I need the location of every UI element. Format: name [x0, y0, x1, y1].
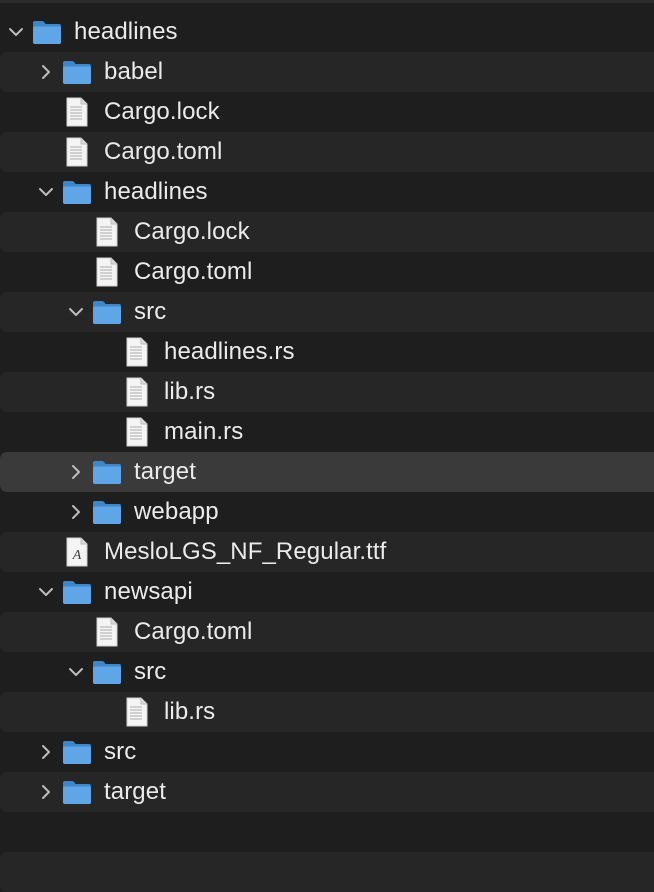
folder-icon [91, 657, 123, 687]
chevron-right-icon[interactable] [68, 504, 84, 520]
folder-icon [61, 577, 93, 607]
font-file-icon: A [61, 537, 93, 567]
tree-row-headlines[interactable]: headlines [0, 12, 654, 52]
tree-item-label: Cargo.lock [134, 218, 250, 245]
tree-item-label: MesloLGS_NF_Regular.ttf [104, 538, 387, 565]
chevron-down-icon[interactable] [8, 24, 24, 40]
chevron-right-icon[interactable] [38, 64, 54, 80]
tree-item-label: headlines [74, 18, 178, 45]
chevron-down-icon[interactable] [68, 304, 84, 320]
tree-row-babel[interactable]: babel [0, 52, 654, 92]
tree-row-cargo-lock[interactable]: Cargo.lock [0, 212, 654, 252]
document-icon [91, 617, 123, 647]
tree-item-label: lib.rs [164, 698, 216, 725]
tree-item-label: Cargo.toml [104, 138, 223, 165]
tree-item-label: src [134, 658, 167, 685]
tree-row-cargo-lock[interactable]: Cargo.lock [0, 92, 654, 132]
tree-row-src[interactable]: src [0, 292, 654, 332]
chevron-down-icon[interactable] [68, 664, 84, 680]
tree-row-main-rs[interactable]: main.rs [0, 412, 654, 452]
document-icon [121, 697, 153, 727]
tree-row-lib-rs[interactable]: lib.rs [0, 372, 654, 412]
folder-icon [61, 777, 93, 807]
tree-row-src[interactable]: src [0, 652, 654, 692]
tree-item-label: babel [104, 58, 164, 85]
tree-item-label: target [134, 458, 196, 485]
window-top-edge [0, 0, 654, 3]
chevron-right-icon[interactable] [38, 744, 54, 760]
tree-row-cargo-toml[interactable]: Cargo.toml [0, 132, 654, 172]
tree-item-label: Cargo.toml [134, 258, 253, 285]
tree-row-newsapi[interactable]: newsapi [0, 572, 654, 612]
chevron-down-icon[interactable] [38, 184, 54, 200]
document-icon [121, 337, 153, 367]
chevron-down-icon[interactable] [38, 584, 54, 600]
tree-row-target[interactable]: target [0, 772, 654, 812]
tree-item-label: src [134, 298, 167, 325]
folder-icon [61, 737, 93, 767]
folder-icon [91, 457, 123, 487]
chevron-right-icon[interactable] [38, 784, 54, 800]
document-icon [61, 97, 93, 127]
tree-item-label: target [104, 778, 166, 805]
tree-item-label: headlines.rs [164, 338, 295, 365]
folder-icon [61, 57, 93, 87]
document-icon [61, 137, 93, 167]
tree-row-headlines[interactable]: headlines [0, 172, 654, 212]
tree-row-lib-rs[interactable]: lib.rs [0, 692, 654, 732]
tree-row-cargo-toml[interactable]: Cargo.toml [0, 612, 654, 652]
tree-row-meslolgs-nf-regular-ttf[interactable]: A MesloLGS_NF_Regular.ttf [0, 532, 654, 572]
tree-item-label: Cargo.toml [134, 618, 253, 645]
tree-row-target[interactable]: target [0, 452, 654, 492]
tree-row-cargo-toml[interactable]: Cargo.toml [0, 252, 654, 292]
tree-row-webapp[interactable]: webapp [0, 492, 654, 532]
tree-item-label: lib.rs [164, 378, 216, 405]
document-icon [91, 217, 123, 247]
tree-item-label: newsapi [104, 578, 193, 605]
tree-item-label: headlines [104, 178, 208, 205]
folder-icon [91, 497, 123, 527]
folder-icon [61, 177, 93, 207]
tree-item-label: main.rs [164, 418, 244, 445]
tree-item-label: Cargo.lock [104, 98, 220, 125]
file-tree: headlines babel Cargo.lock Cargo.toml headli… [0, 12, 654, 812]
folder-icon [91, 297, 123, 327]
tree-row-headlines-rs[interactable]: headlines.rs [0, 332, 654, 372]
chevron-right-icon[interactable] [68, 464, 84, 480]
document-icon [121, 377, 153, 407]
document-icon [121, 417, 153, 447]
tree-item-label: src [104, 738, 137, 765]
folder-icon [31, 17, 63, 47]
tree-item-label: webapp [134, 498, 219, 525]
document-icon [91, 257, 123, 287]
empty-row-stripe [0, 852, 654, 892]
tree-row-src[interactable]: src [0, 732, 654, 772]
svg-text:A: A [72, 548, 82, 563]
